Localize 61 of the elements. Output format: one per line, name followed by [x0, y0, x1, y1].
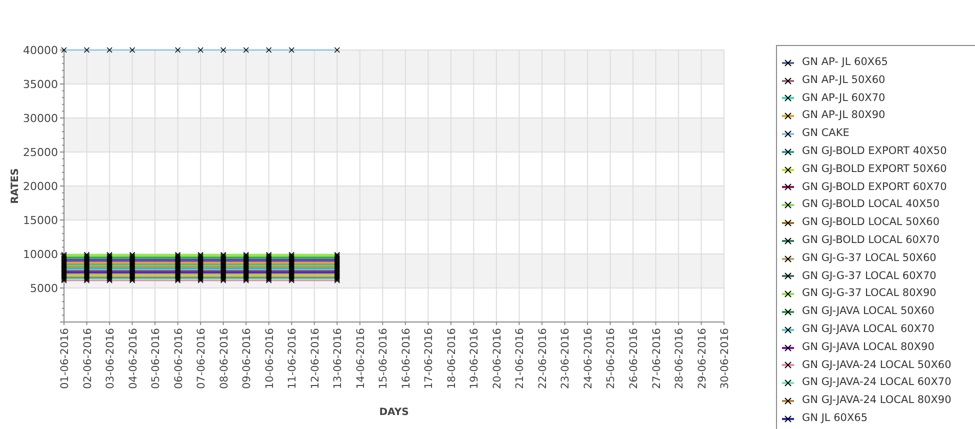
legend-label: GN GJ-BOLD LOCAL 40X50 — [802, 197, 940, 212]
legend-label: GN GJ-JAVA LOCAL 80X90 — [802, 340, 934, 355]
legend-label: GN AP- JL 60X65 — [802, 55, 888, 70]
x-tick-label: 02-06-2016 — [82, 328, 94, 390]
y-tick-label: 15000 — [23, 214, 58, 227]
x-tick-label: 25-06-2016 — [605, 328, 618, 390]
legend-label: GN AP-JL 50X60 — [802, 72, 886, 88]
x-tick-label: 26-06-2016 — [628, 328, 640, 390]
x-tick-label: 28-06-2016 — [674, 328, 686, 390]
legend-label: GN GJ-JAVA-24 LOCAL 60X70 — [802, 375, 952, 390]
legend-label: GN JL 60X65 — [802, 410, 868, 426]
legend-label: GN GJ-BOLD EXPORT 50X60 — [802, 162, 947, 177]
x-tick-label: 23-06-2016 — [560, 328, 572, 390]
legend-label: GN GJ-BOLD EXPORT 40X50 — [802, 144, 947, 159]
x-tick-label: 24-06-2016 — [582, 328, 594, 390]
x-tick-label: 30-06-2016 — [719, 328, 732, 390]
y-axis-title: RATES — [10, 168, 21, 204]
x-tick-label: 22-06-2016 — [536, 328, 549, 390]
x-tick-label: 09-06-2016 — [241, 328, 254, 390]
x-tick-label: 12-06-2016 — [309, 328, 322, 390]
x-tick-label: 03-06-2016 — [104, 328, 117, 390]
x-tick-label: 19-06-2016 — [468, 328, 481, 390]
x-tick-label: 01-06-2016 — [59, 328, 71, 390]
x-tick-label: 15-06-2016 — [378, 328, 390, 390]
x-tick-label: 05-06-2016 — [150, 328, 162, 390]
x-tick-label: 17-06-2016 — [423, 328, 436, 390]
x-tick-label: 06-06-2016 — [172, 328, 185, 390]
x-tick-label: 04-06-2016 — [127, 328, 140, 390]
legend-label: GN GJ-JAVA LOCAL 50X60 — [802, 304, 934, 320]
legend-label: GN GJ-BOLD EXPORT 60X70 — [802, 180, 947, 195]
y-tick-label: 30000 — [23, 112, 58, 125]
legend-label: GN GJ-G-37 LOCAL 60X70 — [802, 268, 936, 284]
legend-label: GN AP-JL 60X70 — [802, 90, 886, 106]
y-tick-label: 5000 — [30, 282, 58, 295]
legend-label: GN GJ-G-37 LOCAL 80X90 — [802, 286, 936, 302]
x-tick-label: 10-06-2016 — [264, 328, 276, 390]
legend-label: GN AP-JL 80X90 — [802, 108, 886, 124]
x-tick-label: 27-06-2016 — [650, 328, 663, 390]
y-tick-label: 10000 — [23, 248, 58, 261]
x-tick-label: 07-06-2016 — [196, 328, 208, 390]
y-tick-label: 35000 — [23, 78, 58, 91]
x-tick-label: 20-06-2016 — [491, 328, 504, 390]
legend-label: GN GJ-JAVA-24 LOCAL 80X90 — [802, 393, 952, 408]
legend-label: GN GJ-BOLD LOCAL 60X70 — [802, 232, 940, 248]
x-tick-label: 29-06-2016 — [696, 328, 708, 390]
x-tick-label: 14-06-2016 — [354, 328, 367, 390]
legend-label: GN CAKE — [802, 126, 850, 142]
x-tick-label: 21-06-2016 — [514, 328, 526, 390]
x-axis-title: DAYS — [379, 407, 409, 418]
legend-label: GN GJ-JAVA LOCAL 60X70 — [802, 322, 934, 337]
y-tick-label: 40000 — [23, 44, 58, 57]
y-tick-label: 25000 — [23, 146, 58, 159]
legend-label: GN GJ-JAVA-24 LOCAL 50X60 — [802, 358, 952, 373]
x-tick-label: 16-06-2016 — [400, 328, 412, 390]
x-tick-label: 18-06-2016 — [446, 328, 458, 390]
x-tick-label: 08-06-2016 — [218, 328, 230, 390]
legend-label: GN GJ-BOLD LOCAL 50X60 — [802, 215, 940, 230]
x-tick-label: 11-06-2016 — [286, 328, 299, 390]
y-tick-label: 20000 — [23, 180, 58, 193]
x-tick-label: 13-06-2016 — [332, 328, 344, 390]
legend-label: GN GJ-G-37 LOCAL 50X60 — [802, 250, 936, 266]
